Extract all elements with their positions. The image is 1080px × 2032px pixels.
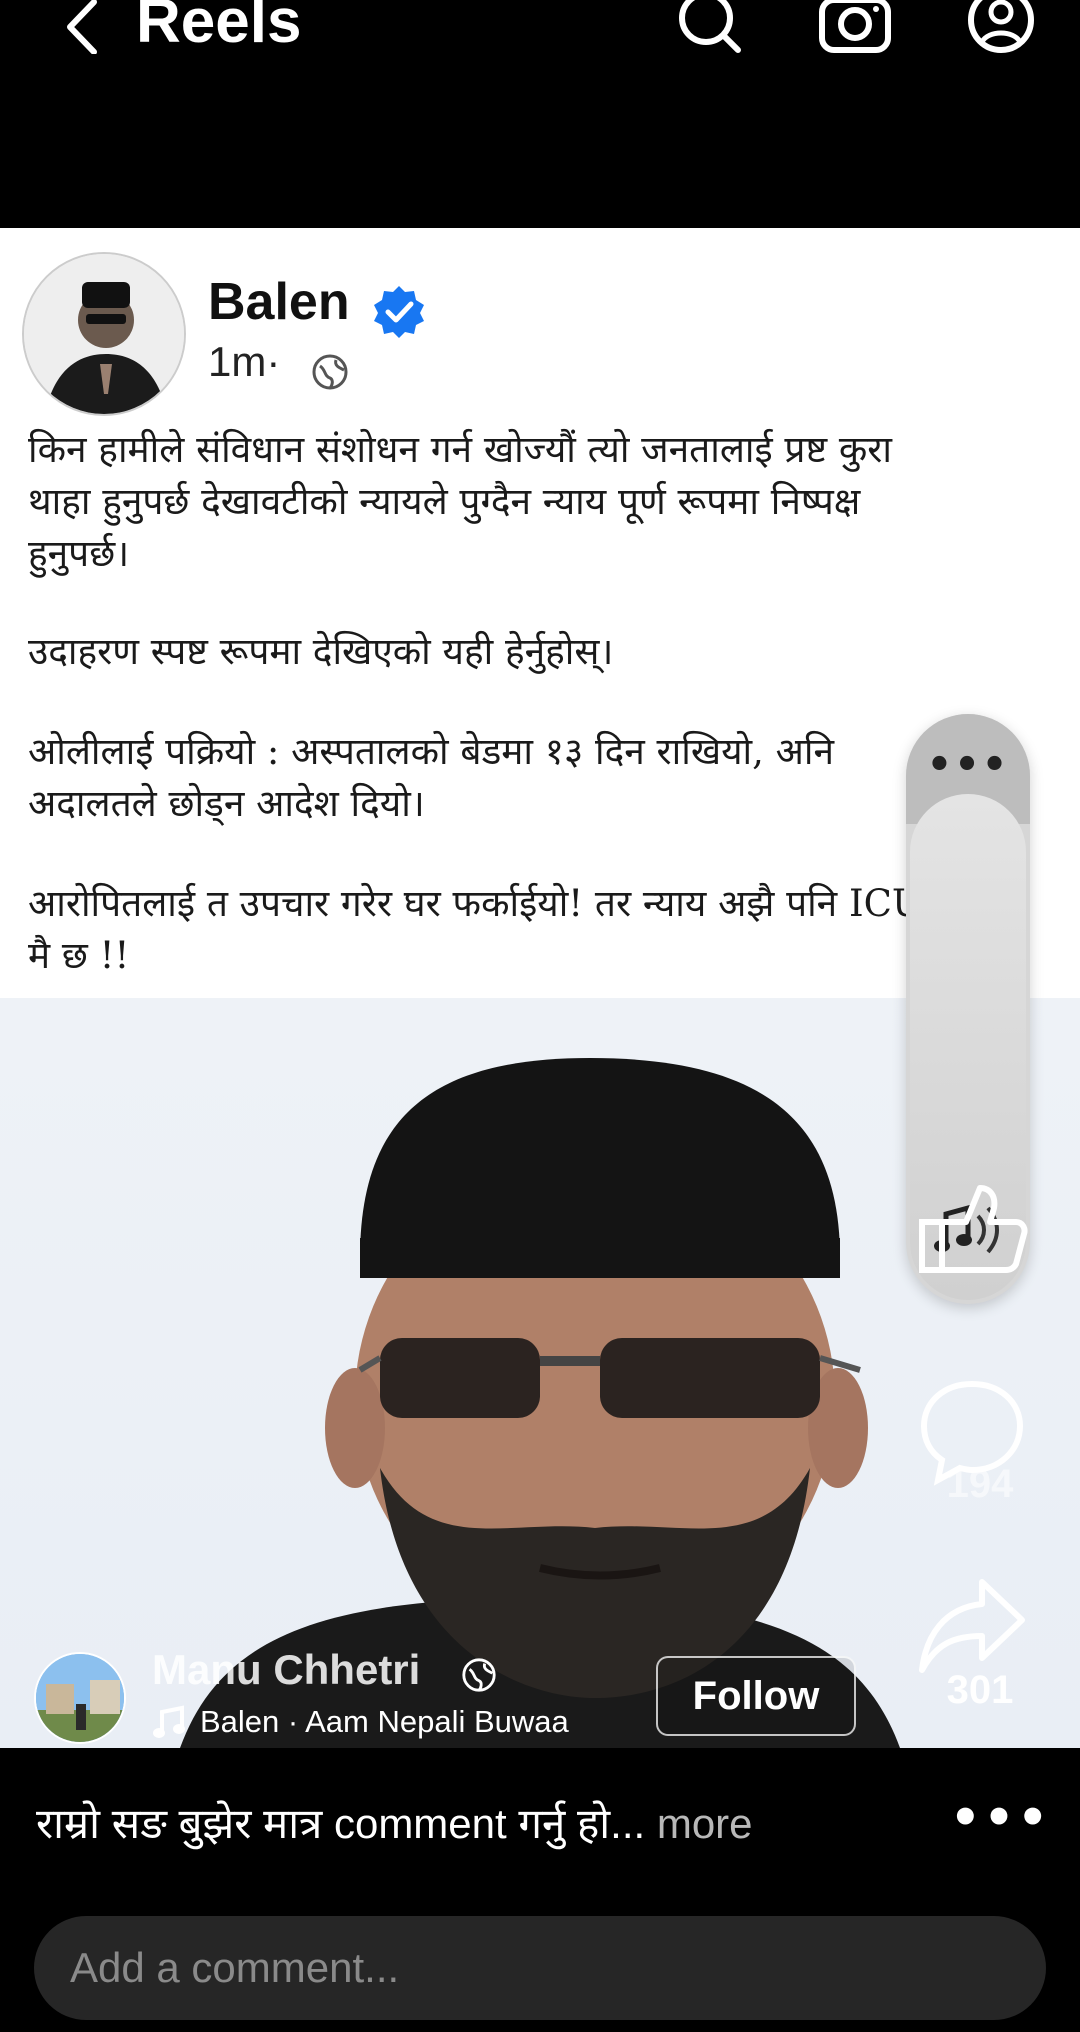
more-options-icon[interactable]: ••• xyxy=(950,1790,1051,1846)
globe-icon xyxy=(312,354,348,390)
top-bar: Reels xyxy=(0,0,1080,228)
post-paragraph: किन हामीले संविधान संशोधन गर्न खोज्यौं त… xyxy=(28,428,892,575)
search-icon[interactable] xyxy=(672,0,746,58)
post-avatar xyxy=(22,252,186,416)
back-icon[interactable] xyxy=(58,0,108,54)
reel-video[interactable]: Balen 1m· किन हामीले संविधान संशोधन गर्न… xyxy=(0,228,1080,1748)
page-title: Reels xyxy=(136,0,302,56)
post-paragraph: आरोपितलाई त उपचार गरेर घर फर्काईयो! तर न… xyxy=(28,882,924,977)
comments-count: 194 xyxy=(946,1462,1014,1506)
camera-icon[interactable] xyxy=(818,0,892,58)
music-note-icon xyxy=(153,1705,185,1738)
caption-text: राम्रो सङ बुझेर मात्र comment गर्नु हो..… xyxy=(36,1800,646,1847)
reel-author-name[interactable]: Manu Chhetri xyxy=(152,1646,420,1694)
comment-input[interactable] xyxy=(70,1916,1010,2020)
globe-icon xyxy=(462,1658,496,1692)
post-paragraph: उदाहरण स्पष्ट रूपमा देखिएको यही हेर्नुहो… xyxy=(28,630,614,673)
audio-label: Balen · Aam Nepali Buwaa xyxy=(200,1704,569,1739)
audio-track[interactable]: Balen · Aam Nepali Buwaa xyxy=(152,1704,569,1740)
like-icon[interactable] xyxy=(912,1166,1032,1286)
profile-icon[interactable] xyxy=(964,0,1038,58)
verified-badge-icon xyxy=(374,286,424,338)
reel-caption[interactable]: राम्रो सङ बुझेर मात्र comment गर्नु हो..… xyxy=(36,1794,753,1851)
follow-button[interactable]: Follow xyxy=(656,1656,856,1736)
post-paragraph: ओलीलाई पक्रियो : अस्पतालको बेडमा १३ दिन … xyxy=(28,730,835,825)
more-link[interactable]: more xyxy=(645,1800,753,1847)
shares-count: 301 xyxy=(946,1668,1014,1712)
post-timestamp: 1m· xyxy=(208,338,281,385)
comment-bar xyxy=(34,1916,1046,2020)
more-options-icon[interactable]: ••• xyxy=(906,742,1030,788)
post-author-name: Balen xyxy=(208,273,350,331)
author-avatar[interactable] xyxy=(34,1652,126,1744)
